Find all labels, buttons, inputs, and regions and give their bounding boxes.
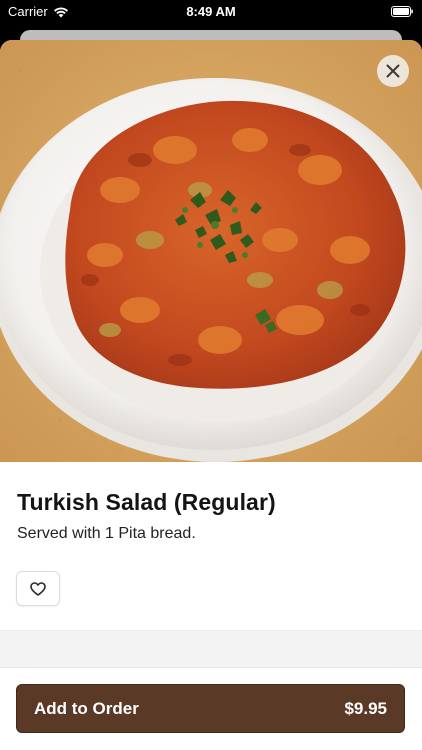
add-to-order-button[interactable]: Add to Order $9.95 xyxy=(16,684,405,733)
status-time: 8:49 AM xyxy=(186,4,236,19)
food-photo xyxy=(0,40,422,462)
screen: Carrier 8:49 AM Turkish Salad (Regular) … xyxy=(0,0,422,750)
favorite-button[interactable] xyxy=(16,571,60,606)
status-bar: Carrier 8:49 AM xyxy=(0,0,422,24)
add-to-order-label: Add to Order xyxy=(34,698,139,718)
close-button[interactable] xyxy=(377,55,409,87)
item-title: Turkish Salad (Regular) xyxy=(17,489,276,515)
battery-icon xyxy=(391,5,413,17)
item-description: Served with 1 Pita bread. xyxy=(17,525,196,542)
item-price: $9.95 xyxy=(344,698,387,718)
section-divider xyxy=(0,630,422,667)
order-footer: Add to Order $9.95 xyxy=(0,667,422,750)
heart-icon xyxy=(30,581,46,596)
item-detail-sheet: Turkish Salad (Regular) Served with 1 Pi… xyxy=(0,40,422,750)
close-icon xyxy=(386,64,400,78)
item-info: Turkish Salad (Regular) Served with 1 Pi… xyxy=(0,462,422,630)
